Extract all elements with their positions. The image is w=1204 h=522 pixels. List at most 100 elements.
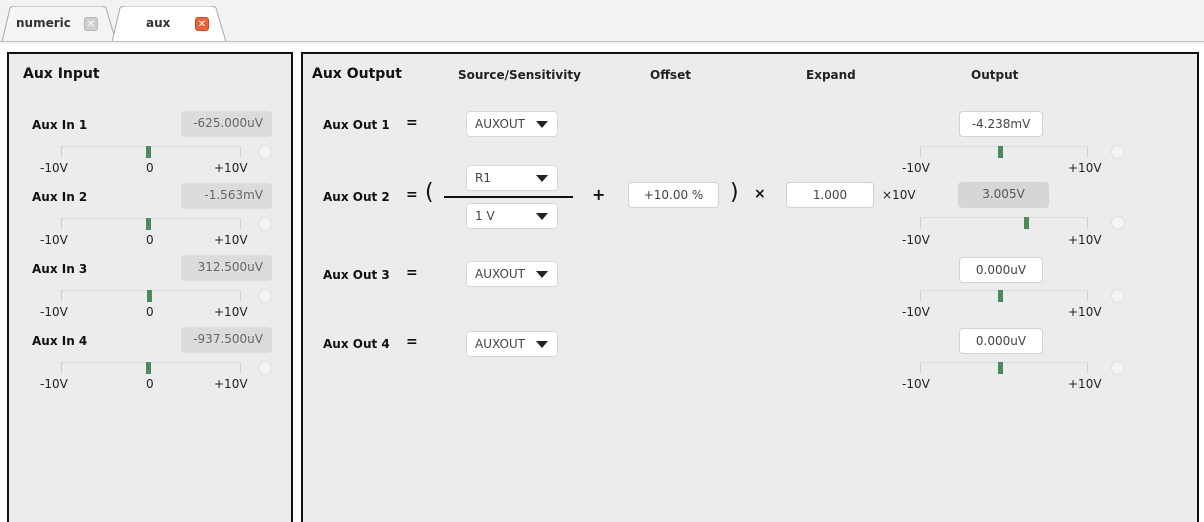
meter-level-mark: [146, 218, 151, 230]
aux-in-1-led-indicator: [258, 145, 272, 159]
aux-out-2-min: -10V: [902, 233, 930, 247]
meter-track: [61, 146, 241, 158]
aux-out-4-source-dropdown[interactable]: AUXOUT: [466, 331, 558, 357]
meter-level-mark: [998, 362, 1003, 374]
header-expand: Expand: [806, 68, 856, 82]
aux-out-3-label: Aux Out 3: [323, 268, 390, 282]
tab-strip: numeric ✕ aux ✕: [0, 0, 1204, 44]
aux-out-2-meter: [920, 216, 1125, 233]
tab-aux-close-icon[interactable]: ✕: [195, 17, 209, 31]
aux-out-3-meter: [920, 289, 1125, 306]
aux-in-1-zero: 0: [146, 161, 154, 175]
aux-in-1-min: -10V: [40, 161, 68, 175]
tab-numeric[interactable]: numeric ✕: [0, 6, 120, 42]
aux-in-2-min: -10V: [40, 233, 68, 247]
tab-aux-label: aux: [146, 16, 171, 30]
aux-in-2-max: +10V: [214, 233, 248, 247]
meter-track: [61, 218, 241, 230]
aux-out-2-equals: =: [406, 187, 418, 203]
aux-out-2-sensitivity-dropdown[interactable]: 1 V: [466, 203, 558, 229]
aux-in-3-meter: [61, 289, 272, 306]
aux-out-4-output-field[interactable]: 0.000uV: [959, 328, 1043, 354]
aux-in-4-min: -10V: [40, 377, 68, 391]
aux-output-panel: Aux Output Source/Sensitivity Offset Exp…: [301, 52, 1199, 522]
tab-aux[interactable]: aux ✕: [110, 6, 230, 42]
tab-strip-divider: [0, 41, 1204, 42]
aux-out-4-equals: =: [406, 334, 418, 350]
aux-out-4-min: -10V: [902, 377, 930, 391]
aux-out-1-output-field[interactable]: -4.238mV: [959, 111, 1043, 137]
aux-out-1-max: +10V: [1068, 161, 1102, 175]
chevron-down-icon: [536, 213, 548, 220]
aux-out-2-source-value: R1: [475, 171, 491, 185]
aux-in-4-zero: 0: [146, 377, 154, 391]
header-output: Output: [971, 68, 1019, 82]
aux-out-3-source-dropdown[interactable]: AUXOUT: [466, 261, 558, 287]
meter-level-mark: [1024, 217, 1029, 229]
aux-in-2-led-indicator: [258, 217, 272, 231]
chevron-down-icon: [536, 271, 548, 278]
meter-level-mark: [998, 146, 1003, 158]
meter-track: [920, 290, 1088, 302]
tab-numeric-close-icon[interactable]: ✕: [84, 17, 98, 31]
meter-level-mark: [147, 290, 152, 302]
meter-level-mark: [146, 362, 151, 374]
aux-in-3-min: -10V: [40, 305, 68, 319]
header-offset: Offset: [650, 68, 691, 82]
aux-out-1-meter: [920, 145, 1125, 162]
aux-in-3-zero: 0: [146, 305, 154, 319]
aux-out-1-source-value: AUXOUT: [475, 117, 526, 131]
aux-input-title: Aux Input: [23, 66, 100, 82]
aux-in-3-max: +10V: [214, 305, 248, 319]
aux-in-2-zero: 0: [146, 233, 154, 247]
aux-out-1-source-dropdown[interactable]: AUXOUT: [466, 111, 558, 137]
aux-out-4-led-indicator: [1111, 361, 1125, 375]
aux-in-3-label: Aux In 3: [32, 262, 88, 276]
aux-out-3-source-value: AUXOUT: [475, 267, 526, 281]
aux-out-3-output-field[interactable]: 0.000uV: [959, 257, 1043, 283]
aux-out-2-open-paren: (: [425, 180, 434, 205]
aux-out-2-max: +10V: [1068, 233, 1102, 247]
aux-out-3-led-indicator: [1111, 289, 1125, 303]
aux-out-2-times: ×: [754, 186, 766, 202]
aux-out-2-expand-field[interactable]: 1.000: [786, 182, 874, 208]
aux-out-2-expand-unit: ×10V: [882, 188, 916, 202]
meter-track: [61, 362, 241, 374]
aux-in-1-label: Aux In 1: [32, 118, 88, 132]
aux-out-4-label: Aux Out 4: [323, 337, 390, 351]
aux-out-2-plus: +: [592, 185, 606, 204]
aux-out-2-label: Aux Out 2: [323, 190, 390, 204]
aux-out-4-meter: [920, 361, 1125, 378]
aux-out-1-label: Aux Out 1: [323, 118, 390, 132]
aux-out-3-max: +10V: [1068, 305, 1102, 319]
aux-out-2-sensitivity-value: 1 V: [475, 209, 495, 223]
aux-in-2-meter: [61, 217, 272, 234]
meter-track: [920, 146, 1088, 158]
meter-track: [920, 217, 1088, 229]
aux-out-2-source-dropdown[interactable]: R1: [466, 165, 558, 191]
aux-out-1-min: -10V: [902, 161, 930, 175]
aux-in-2-value: -1.563mV: [181, 183, 272, 209]
chevron-down-icon: [536, 121, 548, 128]
aux-out-2-offset-field[interactable]: +10.00 %: [628, 182, 719, 208]
aux-input-panel: Aux Input Aux In 1 -625.000uV -10V 0 +10…: [7, 52, 293, 522]
meter-track: [920, 362, 1088, 374]
aux-output-title: Aux Output: [312, 66, 402, 82]
aux-in-4-value: -937.500uV: [181, 327, 272, 353]
chevron-down-icon: [536, 175, 548, 182]
meter-level-mark: [998, 290, 1003, 302]
aux-out-4-max: +10V: [1068, 377, 1102, 391]
aux-in-3-value: 312.500uV: [181, 255, 272, 281]
aux-in-3-led-indicator: [258, 289, 272, 303]
header-source-sensitivity: Source/Sensitivity: [458, 68, 581, 82]
tab-numeric-label: numeric: [16, 16, 71, 30]
aux-out-3-equals: =: [406, 265, 418, 281]
aux-in-1-meter: [61, 145, 272, 162]
aux-out-2-led-indicator: [1111, 216, 1125, 230]
aux-in-4-label: Aux In 4: [32, 334, 88, 348]
aux-out-1-equals: =: [406, 115, 418, 131]
aux-out-2-fraction-bar: [444, 196, 573, 198]
aux-in-4-meter: [61, 361, 272, 378]
meter-level-mark: [146, 146, 151, 158]
aux-in-1-value: -625.000uV: [181, 111, 272, 137]
